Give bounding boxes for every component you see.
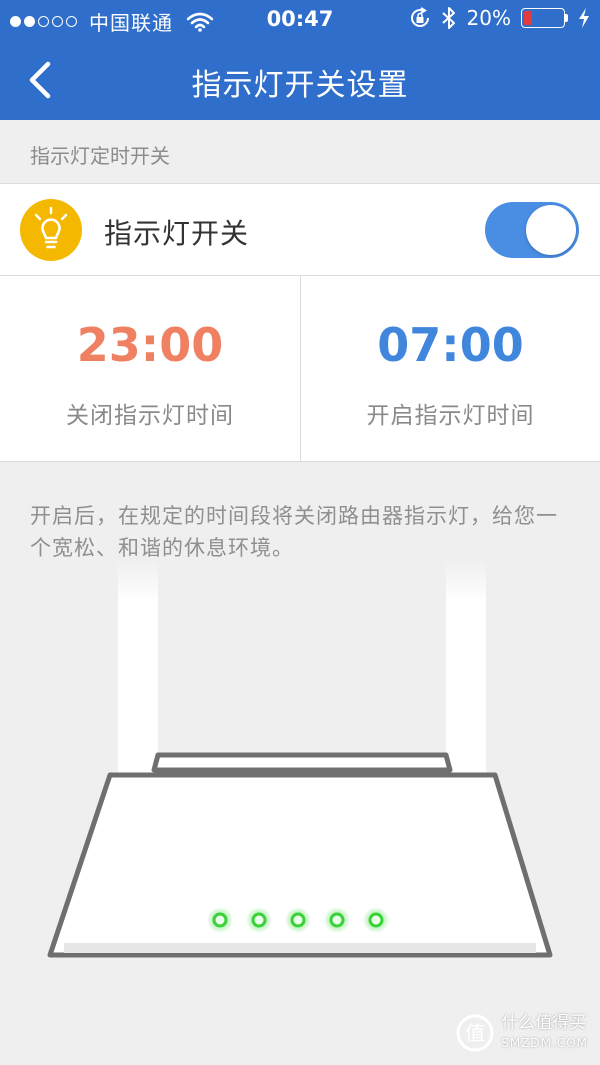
off-time-caption: 关闭指示灯时间	[66, 403, 234, 429]
bolt-icon	[579, 8, 589, 28]
router-led	[290, 912, 306, 928]
indicator-switch-row: 指示灯开关	[0, 183, 600, 276]
bluetooth-icon	[441, 7, 455, 29]
status-bar: 中国联通 00:47 20%	[0, 0, 600, 40]
lightbulb-badge	[20, 199, 82, 261]
schedule-panel: 23:00 关闭指示灯时间 07:00 开启指示灯时间	[0, 276, 600, 462]
battery-icon	[521, 8, 568, 28]
watermark-title: 什么值得买	[501, 1013, 587, 1033]
page-title: 指示灯开关设置	[191, 68, 409, 103]
svg-text:值: 值	[465, 1021, 485, 1045]
watermark-domain: SMZDM.COM	[501, 1036, 588, 1050]
section-label: 指示灯定时开关	[30, 144, 170, 168]
battery-body	[521, 8, 565, 28]
router-antenna-left	[115, 560, 161, 795]
description-text: 开启后，在规定的时间段将关闭路由器指示灯，给您一个宽松、和谐的休息环境。	[30, 504, 558, 560]
app-header: 中国联通 00:47 20% 指示灯开关设置	[0, 0, 600, 120]
on-time-cell[interactable]: 07:00 开启指示灯时间	[300, 276, 600, 461]
watermark-text: 什么值得买 SMZDM.COM	[501, 1013, 588, 1053]
router-antenna-right	[443, 560, 489, 795]
off-time-cell[interactable]: 23:00 关闭指示灯时间	[0, 276, 300, 461]
battery-tip	[565, 14, 568, 22]
toggle-knob	[526, 205, 576, 255]
router-illustration	[47, 560, 553, 958]
battery-percent: 20%	[466, 6, 511, 30]
router-led	[329, 912, 345, 928]
watermark: 值 什么值得买 SMZDM.COM	[455, 1013, 588, 1053]
lightbulb-icon	[34, 207, 68, 249]
router-led	[251, 912, 267, 928]
status-right: 20%	[409, 6, 590, 30]
on-time-value: 07:00	[377, 318, 524, 372]
on-time-caption: 开启指示灯时间	[366, 403, 535, 429]
indicator-switch-label: 指示灯开关	[104, 217, 250, 250]
router-led	[212, 912, 228, 928]
router-led	[368, 912, 384, 928]
rotation-lock-icon	[410, 7, 429, 27]
off-time-value: 23:00	[76, 318, 224, 372]
battery-level	[524, 11, 532, 25]
smzdm-logo-icon: 值	[456, 1014, 494, 1052]
indicator-toggle[interactable]	[485, 202, 579, 258]
